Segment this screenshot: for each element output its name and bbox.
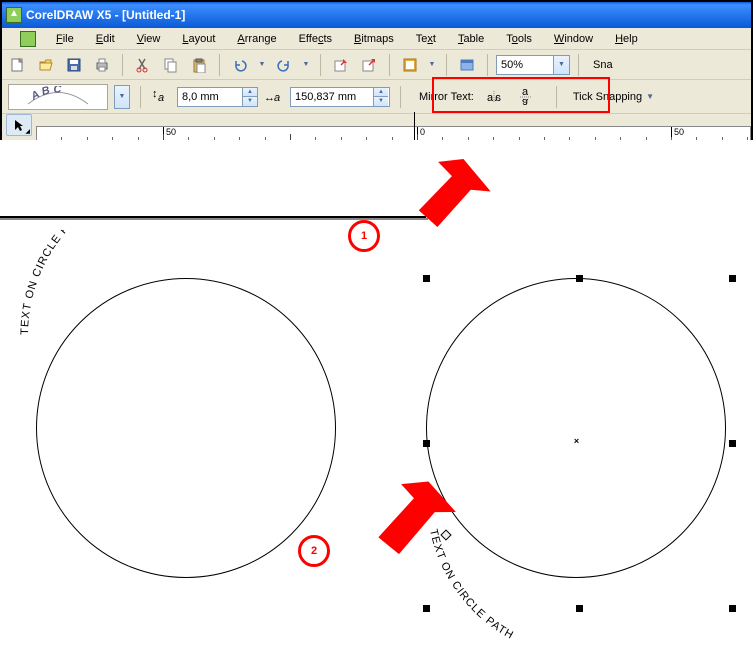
- text-path-preset[interactable]: A B C: [8, 84, 108, 110]
- welcome-button[interactable]: [455, 53, 479, 77]
- separator: [320, 54, 321, 76]
- menu-tools[interactable]: Tools: [500, 31, 538, 47]
- import-button[interactable]: [329, 53, 353, 77]
- new-button[interactable]: [6, 53, 30, 77]
- paste-button[interactable]: [187, 53, 211, 77]
- ruler-tick-label: 50: [674, 127, 684, 137]
- svg-text:a: a: [158, 92, 164, 104]
- page-origin-marker: [414, 112, 415, 140]
- annotation-number-2: 2: [298, 535, 330, 567]
- ruler-tick-label: 0: [420, 127, 425, 137]
- distance-value[interactable]: [178, 88, 242, 106]
- ruler-area: ◢ 50 0 50: [2, 114, 751, 142]
- menu-text[interactable]: Text: [410, 31, 442, 47]
- separator: [446, 54, 447, 76]
- redo-button[interactable]: [272, 53, 296, 77]
- selection-handle[interactable]: [729, 275, 736, 282]
- separator: [219, 54, 220, 76]
- zoom-level-combo[interactable]: ▼: [496, 55, 570, 75]
- app-launcher-dropdown[interactable]: ▼: [426, 53, 438, 77]
- offset-icon: ↔a: [264, 87, 284, 107]
- mirror-text-label: Mirror Text:: [419, 91, 474, 103]
- menubar: File Edit View Layout Arrange Effects Bi…: [2, 28, 751, 50]
- distance-from-path-input[interactable]: ▲▼: [177, 87, 258, 107]
- separator: [487, 54, 488, 76]
- menu-bitmaps[interactable]: Bitmaps: [348, 31, 400, 47]
- standard-toolbar: ▼ ▼ ▼ ▼ Sna: [2, 50, 751, 80]
- preset-dropdown[interactable]: ▼: [114, 85, 130, 109]
- menu-table[interactable]: Table: [452, 31, 490, 47]
- svg-text:a: a: [274, 92, 280, 104]
- offset-value[interactable]: [291, 88, 373, 106]
- undo-button[interactable]: [228, 53, 252, 77]
- copy-button[interactable]: [159, 53, 183, 77]
- separator: [400, 86, 401, 108]
- selection-handle[interactable]: [576, 605, 583, 612]
- app-icon-small: [20, 31, 36, 47]
- selection-handle[interactable]: [423, 440, 430, 447]
- selection-handle[interactable]: [423, 275, 430, 282]
- page-border-top: [0, 216, 426, 218]
- tick-snapping-label: Tick Snapping: [573, 91, 642, 103]
- redo-dropdown[interactable]: ▼: [300, 53, 312, 77]
- svg-text:a: a: [522, 96, 529, 106]
- window-titlebar: CorelDRAW X5 - [Untitled-1]: [2, 2, 751, 28]
- print-button[interactable]: [90, 53, 114, 77]
- distance-icon: ↕a: [151, 87, 171, 107]
- cut-button[interactable]: [131, 53, 155, 77]
- svg-text:a: a: [487, 92, 494, 104]
- separator: [556, 86, 557, 108]
- menu-arrange[interactable]: Arrange: [231, 31, 282, 47]
- menu-edit[interactable]: Edit: [90, 31, 121, 47]
- app-icon: [6, 7, 22, 23]
- menu-file[interactable]: File: [50, 31, 80, 47]
- save-button[interactable]: [62, 53, 86, 77]
- window-title: CorelDRAW X5 - [Untitled-1]: [26, 8, 185, 22]
- selection-handle[interactable]: [423, 605, 430, 612]
- selection-handle[interactable]: [729, 440, 736, 447]
- menu-window[interactable]: Window: [548, 31, 599, 47]
- svg-text:TEXT ON CIRCLE PATH: TEXT ON CIRCLE PATH: [19, 230, 89, 335]
- zoom-input[interactable]: [497, 56, 553, 74]
- pick-tool[interactable]: ◢: [6, 114, 32, 136]
- circle-path-2[interactable]: [426, 278, 726, 578]
- annotation-number-1: 1: [348, 220, 380, 252]
- offset-spinner[interactable]: ▲▼: [373, 88, 388, 106]
- horizontal-offset-input[interactable]: ▲▼: [290, 87, 390, 107]
- mirror-text-section: Mirror Text: aa aa: [411, 80, 546, 113]
- separator: [578, 54, 579, 76]
- menu-effects[interactable]: Effects: [293, 31, 338, 47]
- snap-label-truncated: Sna: [587, 59, 613, 71]
- selection-handle[interactable]: [576, 275, 583, 282]
- menu-help[interactable]: Help: [609, 31, 644, 47]
- tick-snapping-dropdown[interactable]: Tick Snapping ▼: [567, 91, 660, 103]
- menu-layout[interactable]: Layout: [176, 31, 221, 47]
- property-bar: A B C ▼ ↕a ▲▼ ↔a ▲▼ Mirror Text: aa aa T…: [2, 80, 751, 114]
- separator: [140, 86, 141, 108]
- separator: [389, 54, 390, 76]
- circle-path-1[interactable]: [36, 278, 336, 578]
- svg-text:↕: ↕: [152, 89, 158, 100]
- distance-spinner[interactable]: ▲▼: [242, 88, 257, 106]
- mirror-horizontal-button[interactable]: aa: [482, 86, 506, 108]
- open-button[interactable]: [34, 53, 58, 77]
- annotation-arrow-1: [380, 158, 500, 248]
- export-button[interactable]: [357, 53, 381, 77]
- annotation-arrow-2: [330, 480, 460, 575]
- chevron-down-icon: ▼: [646, 93, 654, 101]
- ruler-tick-label: 50: [166, 127, 176, 137]
- zoom-dropdown-icon[interactable]: ▼: [553, 56, 569, 74]
- menu-view[interactable]: View: [131, 31, 167, 47]
- selection-handle[interactable]: [729, 605, 736, 612]
- mirror-vertical-button[interactable]: aa: [514, 86, 538, 108]
- separator: [122, 54, 123, 76]
- undo-dropdown[interactable]: ▼: [256, 53, 268, 77]
- svg-text:a: a: [494, 92, 501, 104]
- selection-center[interactable]: ×: [572, 436, 581, 445]
- app-launcher-button[interactable]: [398, 53, 422, 77]
- drawing-canvas[interactable]: TEXT ON CIRCLE PATH TEXT ON CIRCLE PATH …: [0, 140, 753, 645]
